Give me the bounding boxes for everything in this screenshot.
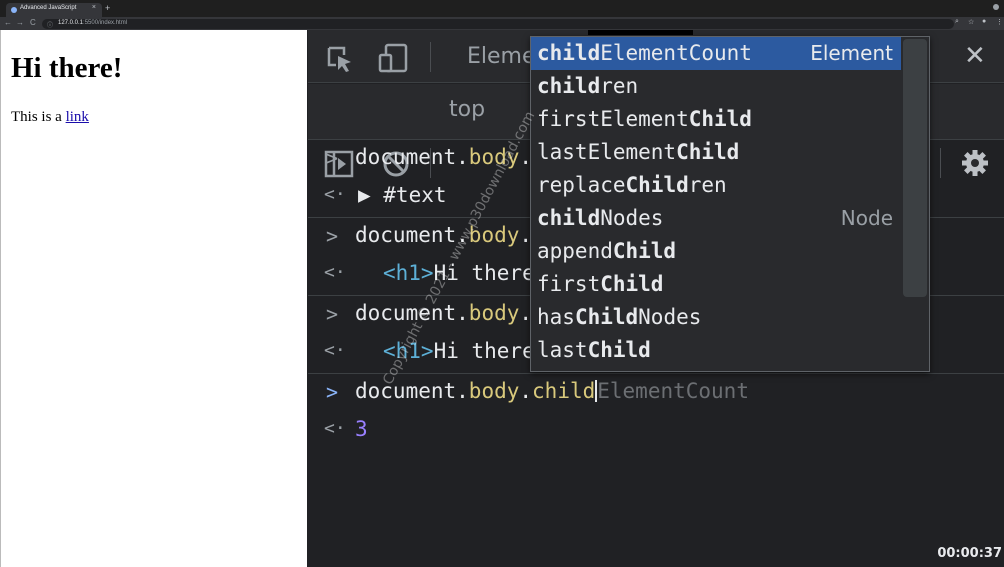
return-arrow-icon: <·: [324, 340, 346, 361]
autocomplete-item[interactable]: lastChild: [531, 334, 901, 367]
autocomplete-item[interactable]: childElementCount Element: [531, 37, 901, 70]
page-paragraph: This is a link: [11, 109, 89, 125]
profile-icon[interactable]: ●: [982, 18, 986, 25]
console-input[interactable]: document.body.childElementCount: [355, 379, 749, 403]
prompt-chevron-icon: >: [326, 224, 339, 248]
browser-toolbar: ← → C ⓘ 127.0.0.1:5500/index.html ⌕ ☆ ● …: [0, 17, 1004, 30]
autocomplete-list: childElementCount Element children firstEle…: [531, 37, 901, 367]
autocomplete-type: Node: [840, 206, 893, 230]
result-text-node[interactable]: ▶ #text: [358, 183, 447, 207]
tab-elements[interactable]: Eleme: [467, 44, 536, 69]
autocomplete-item[interactable]: replaceChildren: [531, 169, 901, 202]
autocomplete-item[interactable]: firstElementChild: [531, 103, 901, 136]
back-button[interactable]: ←: [4, 18, 12, 27]
address-bar[interactable]: ⓘ 127.0.0.1:5500/index.html: [42, 19, 954, 29]
device-toolbar-icon[interactable]: [378, 43, 410, 73]
favicon-icon: [11, 7, 17, 13]
browser-tab[interactable]: Advanced JavaScript ×: [6, 3, 102, 17]
context-selector[interactable]: top: [449, 97, 485, 122]
autocomplete-item[interactable]: appendChild: [531, 235, 901, 268]
return-arrow-icon: <·: [324, 184, 346, 205]
prompt-chevron-icon: >: [326, 380, 339, 404]
new-tab-button[interactable]: +: [105, 3, 110, 13]
prompt-chevron-icon: >: [326, 146, 339, 170]
autocomplete-item[interactable]: children: [531, 70, 901, 103]
menu-kebab-icon[interactable]: ⋮: [996, 18, 1003, 26]
url-text: 127.0.0.1:5500/index.html: [58, 20, 128, 26]
reload-button[interactable]: C: [30, 18, 36, 27]
page-link[interactable]: link: [66, 109, 89, 125]
forward-button[interactable]: →: [16, 18, 24, 27]
autocomplete-item[interactable]: hasChildNodes: [531, 301, 901, 334]
tab-close-icon[interactable]: ×: [92, 4, 96, 11]
window-control-icon[interactable]: [993, 4, 999, 10]
autocomplete-item[interactable]: lastElementChild: [531, 136, 901, 169]
autocomplete-popup: childElementCount Element children firstEle…: [530, 36, 930, 372]
autocomplete-type: Element: [810, 41, 893, 65]
autocomplete-item[interactable]: firstChild: [531, 268, 901, 301]
console-prompt-line[interactable]: > document.body.childElementCount: [308, 374, 1004, 412]
return-arrow-icon: <·: [324, 262, 346, 283]
page-viewport: Hi there! This is a link: [0, 30, 307, 567]
return-arrow-icon: <·: [324, 418, 346, 439]
bookmark-star-icon[interactable]: ☆: [968, 18, 974, 26]
site-info-icon[interactable]: ⓘ: [47, 20, 53, 29]
autocomplete-scrollbar[interactable]: [903, 39, 927, 297]
prompt-chevron-icon: >: [326, 302, 339, 326]
console-eager-result: <· 3: [308, 412, 1004, 450]
page-heading: Hi there!: [11, 52, 123, 84]
inspect-element-icon[interactable]: [326, 45, 354, 73]
tab-title: Advanced JavaScript: [20, 5, 77, 11]
video-timestamp: 00:00:37: [937, 546, 1002, 561]
close-devtools-icon[interactable]: ✕: [964, 40, 986, 71]
screen-overlay-bar: [588, 30, 693, 35]
zoom-icon[interactable]: ⌕: [955, 18, 959, 26]
toolbar-divider: [430, 42, 431, 72]
eager-value: 3: [355, 417, 368, 441]
browser-tab-strip: Advanced JavaScript × +: [0, 0, 1004, 17]
autocomplete-item[interactable]: childNodes Node: [531, 202, 901, 235]
